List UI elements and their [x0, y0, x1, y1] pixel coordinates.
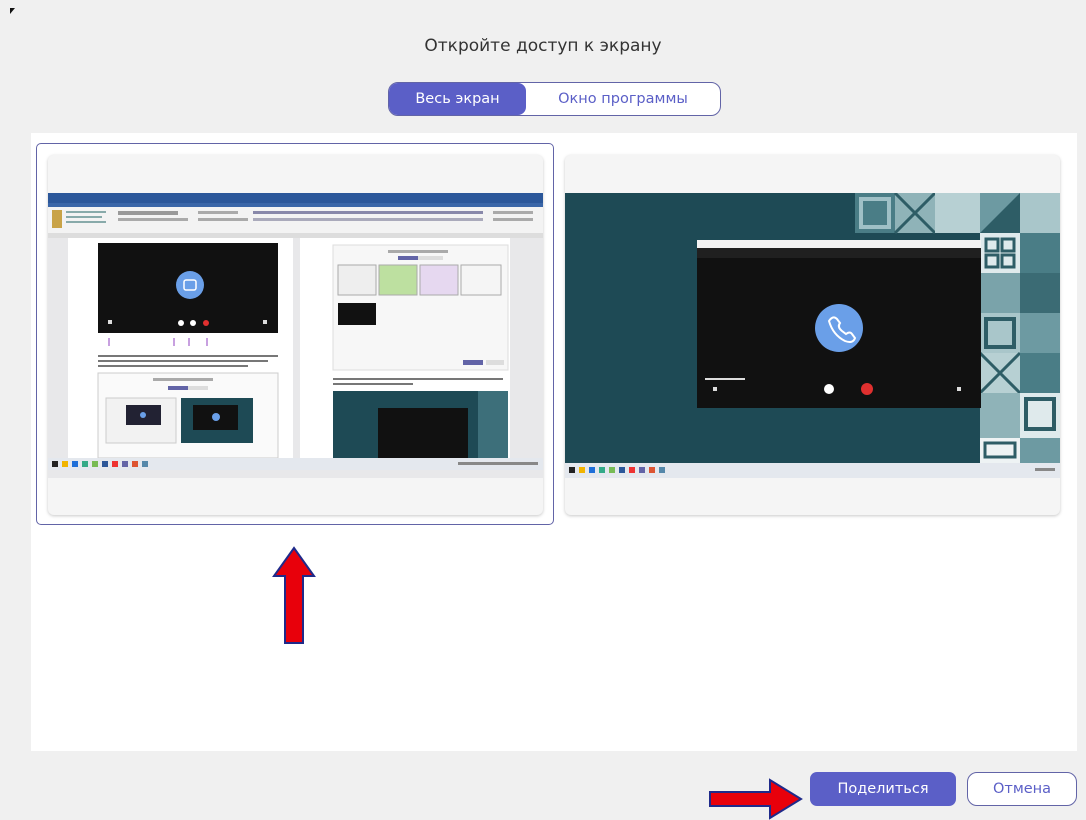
screen-thumbnail-1[interactable] — [48, 155, 543, 515]
tab-entire-screen[interactable]: Весь экран — [389, 83, 526, 115]
window-corner-mark — [10, 8, 15, 14]
screen-1-preview — [48, 193, 543, 478]
screen-1-preview-image — [48, 193, 543, 478]
tab-program-window[interactable]: Окно программы — [526, 83, 720, 115]
cancel-button[interactable]: Отмена — [967, 772, 1077, 806]
screen-thumbnail-2[interactable] — [565, 155, 1060, 515]
right-arrow-annotation-icon — [709, 778, 803, 820]
dialog-title: Откройте доступ к экрану — [424, 36, 662, 56]
up-arrow-annotation-icon — [272, 546, 316, 644]
share-button[interactable]: Поделиться — [810, 772, 956, 806]
screen-2-preview-image — [565, 193, 1060, 478]
screen-2-preview — [565, 193, 1060, 478]
source-type-toggle: Весь экран Окно программы — [388, 82, 721, 116]
